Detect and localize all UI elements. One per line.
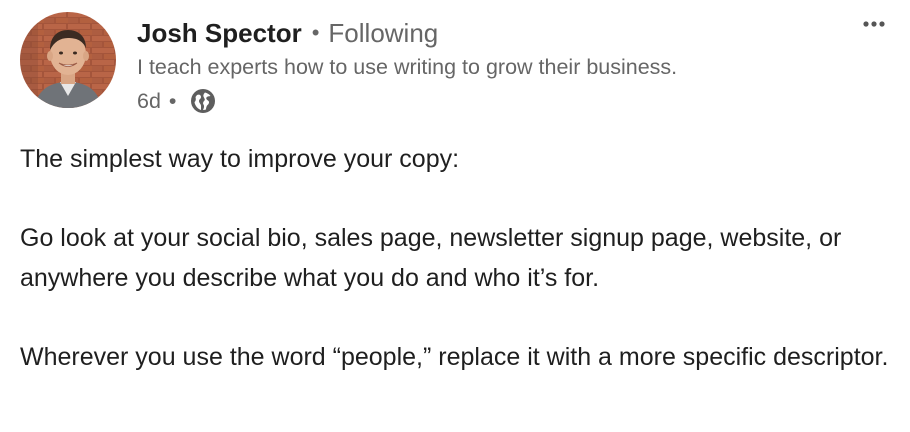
post-body: The simplest way to improve your copy: G… (20, 140, 900, 377)
author-photo (20, 12, 116, 108)
globe-icon (190, 88, 216, 114)
follow-status[interactable]: Following (328, 18, 438, 49)
author-name-row: Josh Spector • Following (137, 16, 438, 50)
post-time: 6d (137, 88, 161, 113)
name-separator: • (311, 20, 320, 45)
post-paragraph: Wherever you use the word “people,” repl… (20, 342, 889, 371)
post-meta: 6d • (137, 86, 216, 116)
author-avatar[interactable] (20, 12, 116, 108)
more-options-button[interactable] (856, 14, 892, 34)
feed-post: Josh Spector • Following I teach experts… (0, 0, 910, 432)
more-horizontal-icon (863, 21, 885, 27)
meta-separator: • (168, 88, 177, 113)
author-headline: I teach experts how to use writing to gr… (137, 55, 678, 79)
post-paragraph: Go look at your social bio, sales page, … (20, 224, 842, 292)
author-name[interactable]: Josh Spector (137, 18, 302, 49)
post-paragraph: The simplest way to improve your copy: (20, 145, 460, 173)
